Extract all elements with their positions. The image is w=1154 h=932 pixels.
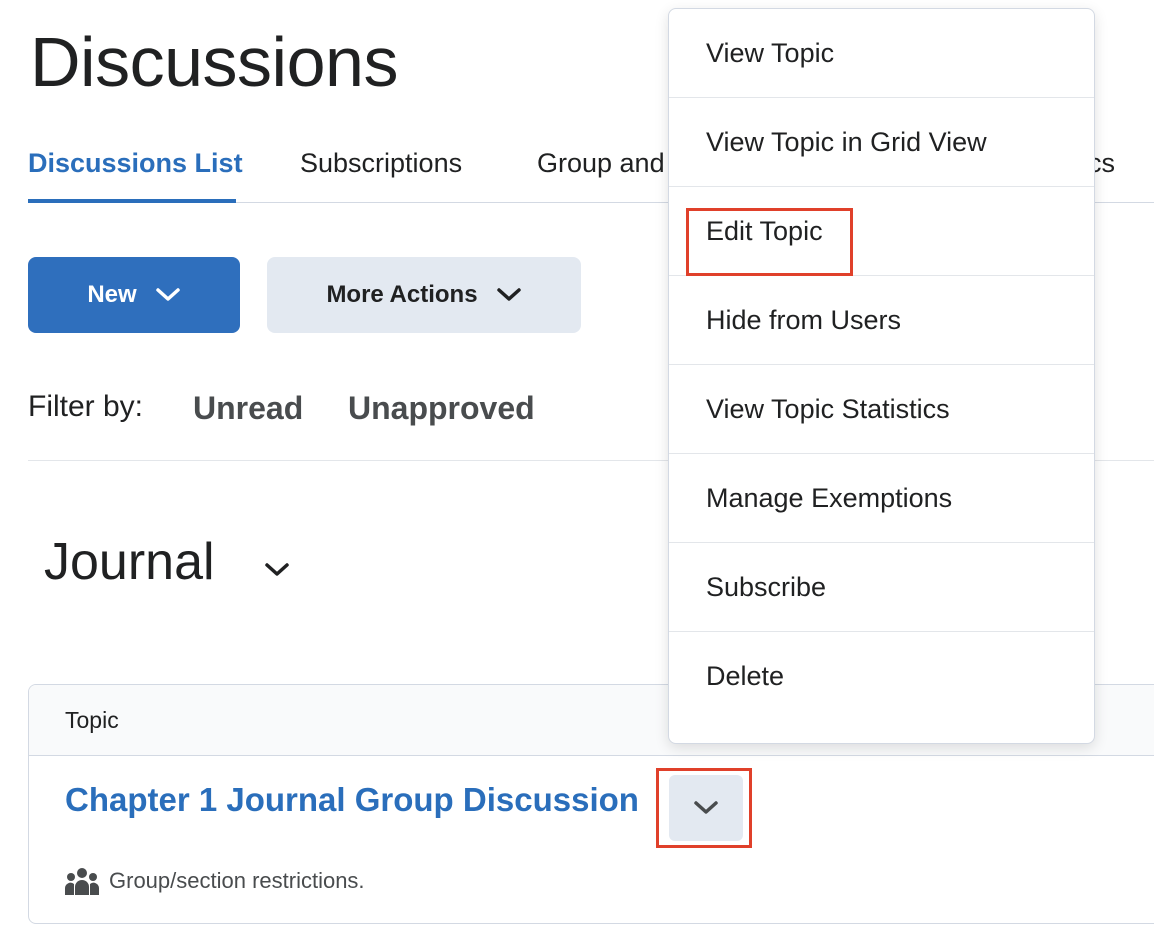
- menu-item-view-grid[interactable]: View Topic in Grid View: [669, 98, 1094, 187]
- menu-item-view-statistics[interactable]: View Topic Statistics: [669, 365, 1094, 454]
- highlight-box-edit-topic: [686, 208, 853, 276]
- menu-item-subscribe[interactable]: Subscribe: [669, 543, 1094, 632]
- tab-subscriptions[interactable]: Subscriptions: [300, 148, 462, 179]
- group-icon: [65, 868, 99, 895]
- topic-context-menu: View Topic View Topic in Grid View Edit …: [668, 8, 1095, 744]
- menu-item-view-topic[interactable]: View Topic: [669, 9, 1094, 98]
- restriction-text: Group/section restrictions.: [109, 868, 365, 893]
- filter-unapproved[interactable]: Unapproved: [348, 390, 535, 427]
- more-actions-button[interactable]: More Actions: [267, 257, 581, 333]
- chevron-down-icon[interactable]: [263, 561, 291, 579]
- new-button[interactable]: New: [28, 257, 240, 333]
- filter-unread[interactable]: Unread: [193, 390, 303, 427]
- new-button-label: New: [87, 281, 137, 308]
- menu-item-delete[interactable]: Delete: [669, 632, 1094, 721]
- active-tab-indicator: [28, 199, 236, 203]
- chevron-down-icon: [496, 288, 521, 301]
- more-actions-label: More Actions: [326, 281, 478, 308]
- chevron-down-icon: [155, 288, 180, 301]
- column-header-topic: Topic: [65, 707, 119, 733]
- restriction-info: Group/section restrictions.: [65, 867, 365, 895]
- tab-group-and[interactable]: Group and: [537, 148, 665, 179]
- section-title: Journal: [44, 533, 215, 591]
- filter-label: Filter by:: [28, 390, 144, 423]
- menu-item-hide-from-users[interactable]: Hide from Users: [669, 276, 1094, 365]
- topic-link[interactable]: Chapter 1 Journal Group Discussion: [65, 781, 639, 819]
- menu-item-manage-exemptions[interactable]: Manage Exemptions: [669, 454, 1094, 543]
- tab-discussions-list[interactable]: Discussions List: [28, 148, 243, 179]
- page-title: Discussions: [30, 23, 398, 101]
- highlight-box-actions: [656, 768, 752, 848]
